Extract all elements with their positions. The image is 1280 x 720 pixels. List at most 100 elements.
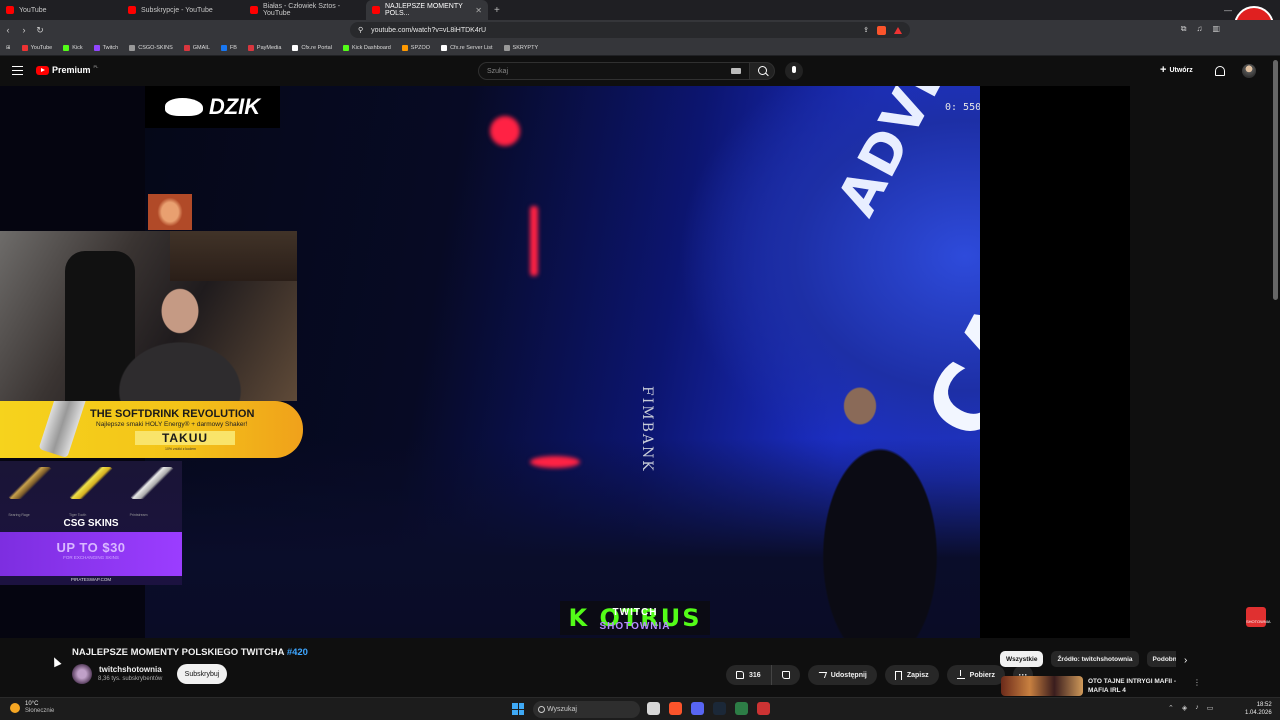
youtube-play-icon	[36, 65, 49, 75]
site-info-icon[interactable]: ⚲	[358, 26, 363, 34]
video-person	[800, 366, 970, 638]
voice-search-icon[interactable]	[785, 62, 803, 80]
new-tab-button[interactable]: +	[488, 5, 506, 16]
video-neon-light	[490, 116, 520, 146]
bookmarks-bar: ⊞ YouTube Kick Twitch CSGO-SKINS GMAIL F…	[0, 40, 1280, 56]
brave-rewards-icon[interactable]	[894, 26, 902, 34]
bookmark-cfx-portal[interactable]: Cfx.re Portal	[292, 44, 332, 51]
recommended-video-title[interactable]: OTO TAJNE INTRYGI MAFII - MAFIA IRL 4	[1088, 677, 1188, 695]
tray-chevron-icon[interactable]: ⌃	[1168, 704, 1174, 712]
channel-name[interactable]: twitchshotownia	[99, 665, 162, 674]
discord-icon[interactable]	[691, 702, 704, 715]
sun-icon	[10, 703, 20, 713]
youtube-header: Premium PL Szukaj + Utwórz	[0, 57, 1280, 85]
twitch-icon	[93, 44, 100, 51]
address-bar[interactable]: ⚲ youtube.com/watch?v=vL8iHTDK4rU ⇪	[350, 22, 910, 38]
drink-ad-title: THE SOFTDRINK REVOLUTION	[90, 408, 255, 420]
channel-avatar[interactable]	[72, 664, 92, 684]
bookmark-gmail[interactable]: GMAIL	[183, 44, 210, 51]
skin-rifle-icon: Printstream	[129, 467, 174, 517]
music-icon[interactable]: ♫	[1196, 24, 1202, 34]
taskbar-clock[interactable]: 18:52 1.04.2026	[1245, 701, 1272, 717]
share-page-icon[interactable]: ⇪	[863, 26, 869, 34]
account-avatar[interactable]	[1242, 64, 1256, 78]
browser-tab-subscriptions[interactable]: Subskrypcje - YouTube	[122, 0, 244, 20]
dislike-button[interactable]	[771, 665, 800, 685]
download-button[interactable]: Pobierz	[946, 665, 1005, 685]
gmail-icon	[183, 44, 190, 51]
chip-source[interactable]: Źródło: twitchshotownia	[1051, 651, 1139, 667]
brave-shield-icon[interactable]	[877, 25, 886, 35]
network-icon[interactable]: ◈	[1182, 704, 1187, 712]
youtube-favicon-icon	[372, 6, 380, 14]
app-icon[interactable]	[757, 702, 770, 715]
hamburger-menu-icon[interactable]	[12, 66, 23, 75]
bookmark-kick-dashboard[interactable]: Kick Dashboard	[342, 44, 391, 51]
forward-icon[interactable]: ›	[16, 25, 32, 35]
bookmark-fb[interactable]: FB	[220, 44, 237, 51]
chip-similar[interactable]: Podobne	[1146, 651, 1176, 667]
skin-label: Tiger Tooth	[68, 513, 87, 517]
browser-tab-youtube[interactable]: YouTube	[0, 0, 122, 20]
browser-tab-bialas[interactable]: Białas - Człowiek Sztos - YouTube	[244, 0, 366, 20]
logo-line1: TWITCH	[612, 607, 658, 618]
reload-icon[interactable]: ↻	[32, 25, 48, 36]
bookmark-skrypty[interactable]: SKRYPTY	[503, 44, 538, 51]
like-button[interactable]: 316	[726, 665, 772, 685]
steam-icon[interactable]	[713, 702, 726, 715]
brave-browser-icon[interactable]	[669, 702, 682, 715]
create-button[interactable]: + Utwórz	[1160, 64, 1193, 76]
bookmark-kick[interactable]: Kick	[63, 44, 83, 51]
dzik-sponsor-logo: DZIK	[145, 86, 280, 128]
tab-label: NAJLEPSZE MOMENTY POLS...	[385, 3, 463, 17]
thumbs-down-icon	[781, 671, 790, 679]
sidebar-toggle-icon[interactable]: ▥	[1212, 24, 1220, 34]
subscribe-button[interactable]: Subskrybuj	[177, 664, 227, 684]
apps-grid-icon[interactable]: ⊞	[6, 45, 11, 51]
browser-extensions: ⧉ ♫ ▥	[1181, 24, 1220, 34]
video-car-light	[530, 456, 580, 468]
notifications-bell-icon[interactable]	[1215, 66, 1225, 76]
page-scrollbar[interactable]	[1273, 60, 1278, 300]
share-button[interactable]: Udostępnij	[807, 665, 877, 685]
kick-icon	[342, 44, 349, 51]
tab-close-icon[interactable]: ✕	[475, 6, 482, 15]
save-label: Zapisz	[906, 671, 929, 679]
recommended-video-menu-icon[interactable]: ⋮	[1193, 678, 1201, 687]
taskbar-search[interactable]: Wyszukaj	[533, 701, 640, 718]
battery-icon[interactable]: ▭	[1207, 704, 1214, 712]
bookmark-csgo-skins[interactable]: CSGO-SKINS	[129, 44, 173, 51]
bookmark-paymedia[interactable]: PayMedia	[247, 44, 281, 51]
recommendation-chips: Wszystkie Źródło: twitchshotownia Podobn…	[1000, 651, 1176, 667]
chip-all[interactable]: Wszystkie	[1000, 651, 1044, 667]
bookmark-youtube[interactable]: YouTube	[21, 44, 52, 51]
search-input[interactable]: Szukaj	[478, 62, 750, 80]
recommended-video-thumbnail[interactable]	[1001, 676, 1083, 696]
video-title-text: NAJLEPSZE MOMENTY POLSKIEGO TWITCHA	[72, 647, 285, 658]
browser-tab-strip: YouTube Subskrypcje - YouTube Białas - C…	[0, 0, 1280, 20]
save-button[interactable]: Zapisz	[884, 665, 939, 685]
channel-subscriber-count: 8,36 tys. subskrybentów	[98, 676, 163, 682]
like-dislike-group: 316	[726, 665, 800, 685]
skin-label: Printstream	[129, 513, 148, 517]
weather-widget[interactable]: 10°C Słonecznie	[10, 701, 54, 715]
bookmark-cfx-server-list[interactable]: Cfx.re Server List	[441, 44, 493, 51]
drink-ad-subtitle: Najlepsze smaki HOLY Energy® + darmowy S…	[96, 421, 248, 428]
channel-watermark-icon[interactable]: SHOTOWNIA	[1246, 607, 1271, 627]
browser-tab-current-video[interactable]: NAJLEPSZE MOMENTY POLS... ✕	[366, 0, 488, 20]
chevron-right-icon[interactable]: ›	[1184, 655, 1187, 666]
search-button[interactable]	[749, 62, 775, 80]
bookmark-spzoo[interactable]: SPZOO	[401, 44, 430, 51]
windows-start-icon[interactable]	[512, 703, 524, 715]
csgo-skins-icon	[129, 44, 136, 51]
back-icon[interactable]: ‹	[0, 25, 16, 35]
extension-icon[interactable]: ⧉	[1181, 24, 1187, 34]
keyboard-icon[interactable]	[731, 68, 741, 74]
minimize-icon[interactable]: —	[1224, 6, 1232, 15]
file-explorer-icon[interactable]	[647, 702, 660, 715]
app-icon[interactable]	[735, 702, 748, 715]
volume-icon[interactable]: ♪	[1195, 704, 1199, 712]
youtube-premium-logo[interactable]: Premium PL	[36, 64, 98, 75]
bookmark-twitch[interactable]: Twitch	[93, 44, 118, 51]
video-hashtag[interactable]: #420	[287, 647, 308, 658]
